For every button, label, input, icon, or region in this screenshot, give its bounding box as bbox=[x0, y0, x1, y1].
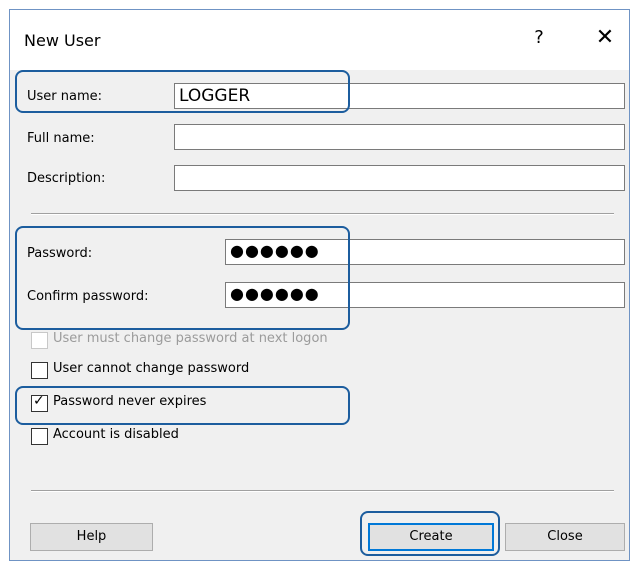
close-button[interactable]: Close bbox=[505, 523, 625, 551]
full-name-field[interactable] bbox=[174, 124, 625, 150]
full-name-label: Full name: bbox=[27, 131, 95, 146]
confirm-password-label: Confirm password: bbox=[27, 289, 149, 304]
description-field[interactable] bbox=[174, 165, 625, 191]
user-name-label: User name: bbox=[27, 89, 103, 104]
cannot-change-password-checkbox[interactable] bbox=[31, 362, 48, 379]
user-name-field[interactable]: LOGGER bbox=[174, 83, 625, 109]
password-never-expires-label: Password never expires bbox=[53, 394, 207, 409]
create-button[interactable]: Create bbox=[368, 523, 494, 551]
account-disabled-label: Account is disabled bbox=[53, 427, 179, 442]
cannot-change-password-label: User cannot change password bbox=[53, 361, 250, 376]
must-change-password-label: User must change password at next logon bbox=[53, 331, 328, 346]
separator bbox=[31, 213, 614, 215]
check-icon: ✓ bbox=[33, 393, 45, 409]
must-change-password-checkbox[interactable] bbox=[31, 332, 48, 349]
confirm-password-field[interactable]: ●●●●●● bbox=[225, 282, 625, 308]
help-button[interactable]: Help bbox=[30, 523, 153, 551]
new-user-dialog: New User ? ✕ User name: LOGGER Full name… bbox=[9, 9, 630, 561]
password-never-expires-checkbox[interactable]: ✓ bbox=[31, 393, 48, 412]
close-icon[interactable]: ✕ bbox=[593, 25, 617, 50]
password-field[interactable]: ●●●●●● bbox=[225, 239, 625, 265]
help-icon[interactable]: ? bbox=[529, 27, 549, 48]
description-label: Description: bbox=[27, 171, 106, 186]
separator bbox=[31, 490, 614, 492]
account-disabled-checkbox[interactable] bbox=[31, 428, 48, 445]
title-bar: New User ? ✕ bbox=[10, 10, 629, 70]
dialog-title: New User bbox=[24, 31, 101, 50]
password-label: Password: bbox=[27, 246, 93, 261]
